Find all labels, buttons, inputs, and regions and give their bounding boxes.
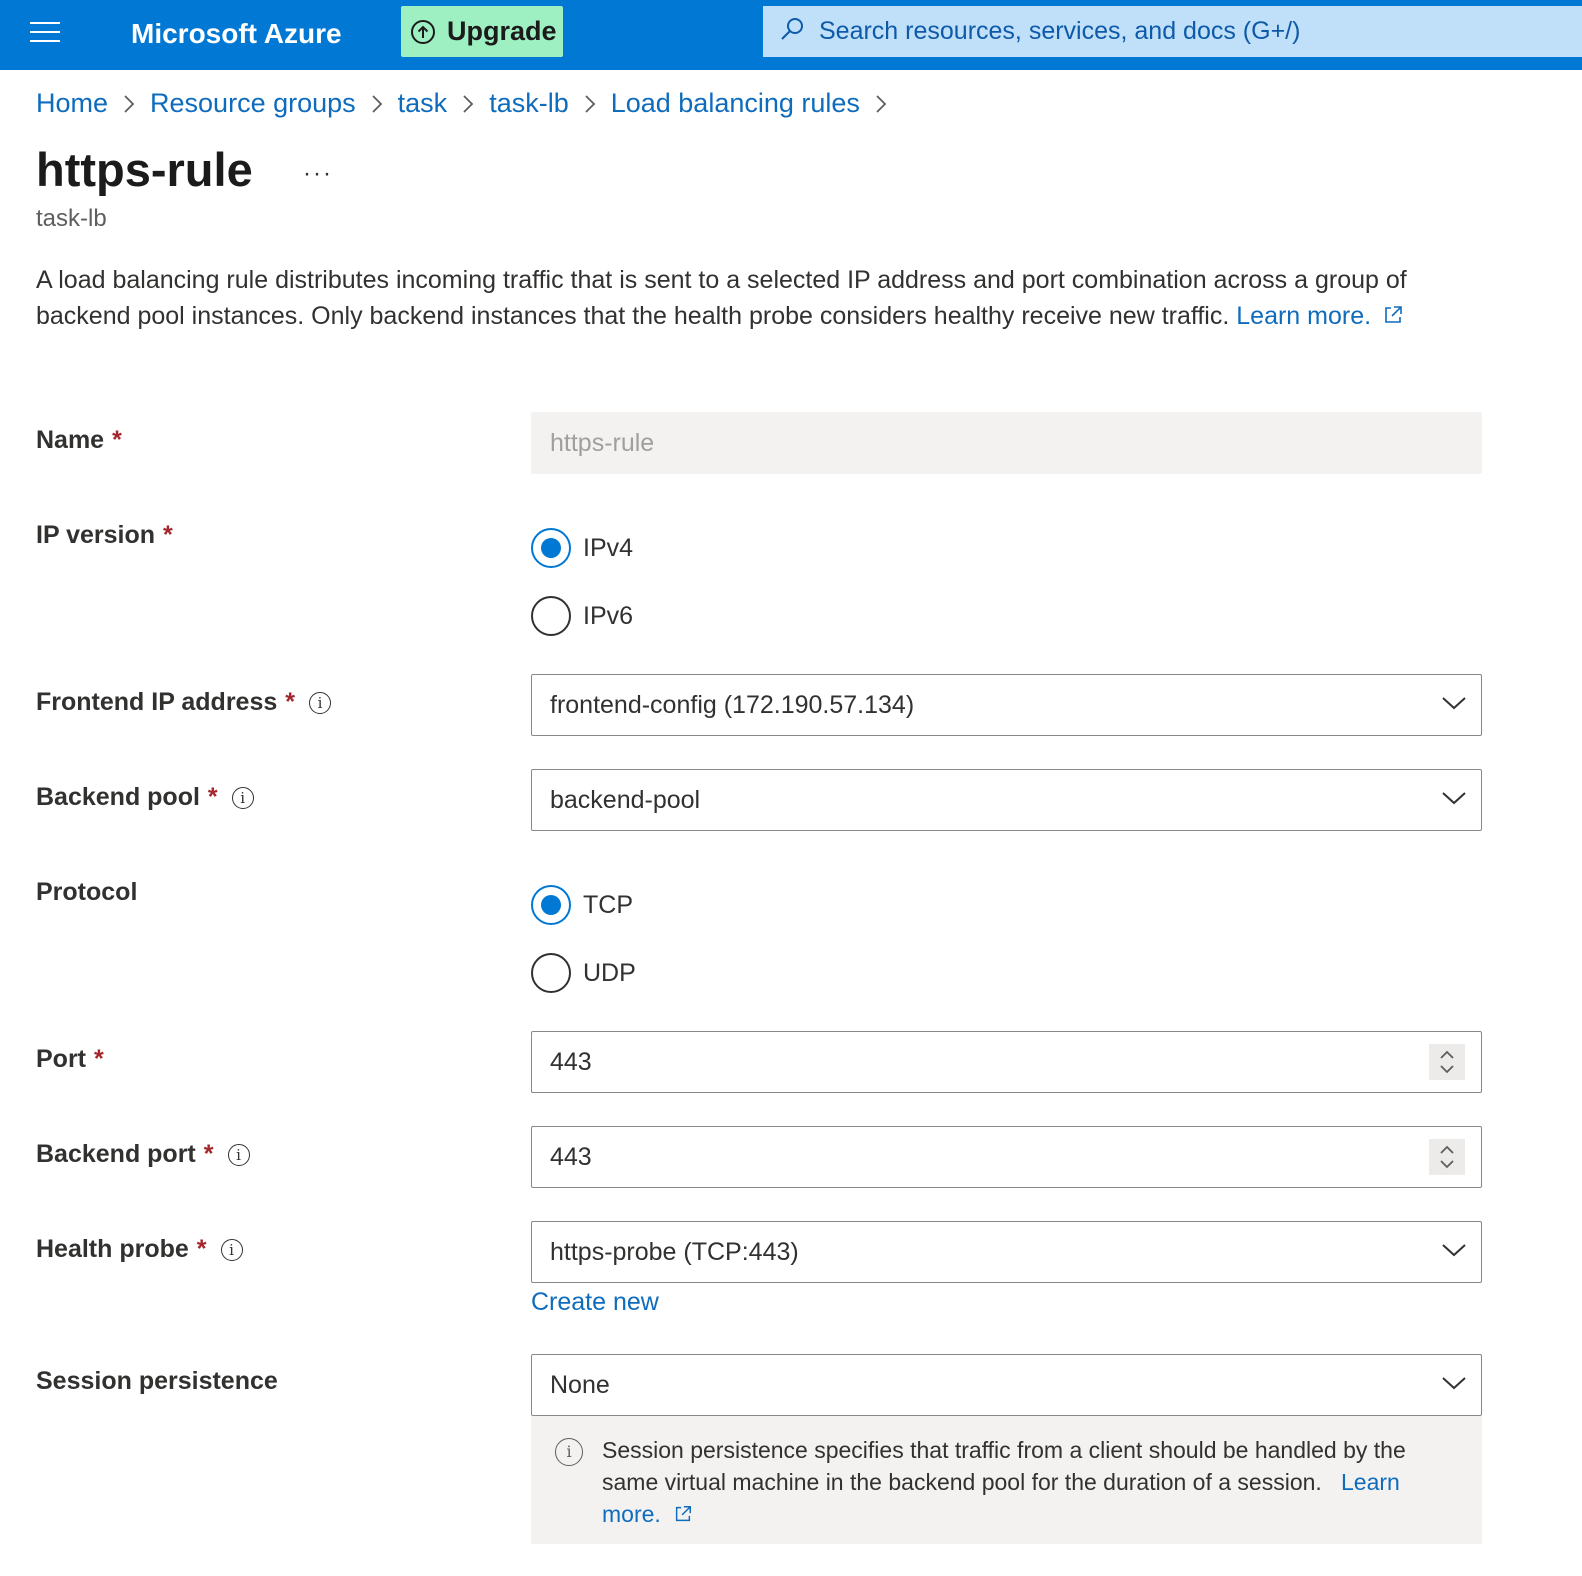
create-new-probe-link[interactable]: Create new [531,1288,659,1317]
chevron-right-icon [875,94,887,114]
ipv6-label: IPv6 [583,601,634,630]
more-options-button[interactable]: ··· [303,160,333,188]
arrow-up-circle-icon [411,19,435,44]
chevron-right-icon [462,94,474,114]
session-persistence-label: Session persistence [36,1367,278,1395]
learn-more-link[interactable]: Learn more. [1236,302,1404,330]
session-persistence-value: None [550,1370,610,1399]
brand-title[interactable]: Microsoft Azure [131,14,342,54]
required-marker: * [112,426,122,454]
info-icon[interactable]: i [220,1238,243,1261]
radio-selected-icon [531,885,571,925]
session-persistence-dropdown[interactable]: None [531,1354,1482,1416]
description-text: A load balancing rule distributes incomi… [36,266,1407,330]
chevron-down-icon [1442,792,1466,805]
info-icon[interactable]: i [231,786,254,809]
top-bar: Microsoft Azure Upgrade Search resources… [0,0,1582,70]
port-input[interactable]: 443 [531,1031,1482,1093]
breadcrumb-load-balancing-rules[interactable]: Load balancing rules [611,88,860,119]
info-icon[interactable]: i [227,1143,250,1166]
radio-selected-icon [531,528,571,568]
session-persistence-info-box: i Session persistence specifies that tra… [531,1416,1482,1544]
name-value: https-rule [550,428,655,457]
required-marker: * [203,1140,214,1168]
ip-version-ipv4-radio[interactable]: IPv4 [531,528,633,568]
chevron-down-icon [1442,1377,1466,1390]
external-link-icon [1385,306,1402,323]
chevron-right-icon [371,94,383,114]
info-icon[interactable]: i [309,691,331,714]
chevron-down-icon [1442,697,1466,710]
protocol-label: Protocol [36,878,138,906]
health-probe-label: Health probe * i [36,1235,243,1264]
page-subtitle: task-lb [36,205,107,232]
port-spinner[interactable] [1429,1044,1465,1080]
protocol-udp-radio[interactable]: UDP [531,953,636,993]
upgrade-button[interactable]: Upgrade [401,6,563,57]
name-field: https-rule [531,412,1482,474]
upgrade-label: Upgrade [447,16,557,46]
backend-port-value: 443 [550,1142,592,1171]
port-label: Port * [36,1045,104,1073]
health-probe-value: https-probe (TCP:443) [550,1237,799,1266]
port-value: 443 [550,1047,592,1076]
session-persistence-info-text: Session persistence specifies that traff… [602,1437,1406,1495]
frontend-ip-dropdown[interactable]: frontend-config (172.190.57.134) [531,674,1482,736]
backend-port-label: Backend port * i [36,1140,250,1169]
search-input[interactable]: Search resources, services, and docs (G+… [763,6,1582,57]
chevron-down-icon [1442,1244,1466,1257]
required-marker: * [207,783,218,811]
breadcrumb-task[interactable]: task [398,88,448,119]
backend-port-spinner[interactable] [1429,1139,1465,1175]
required-marker: * [196,1235,207,1263]
breadcrumb: Home Resource groups task task-lb Load b… [36,88,902,119]
chevron-right-icon [123,94,135,114]
radio-unselected-icon [531,596,571,636]
spinner-up-down-icon [1440,1145,1454,1169]
page-title: https-rule [36,143,253,196]
required-marker: * [94,1045,104,1073]
backend-pool-value: backend-pool [550,785,701,814]
page-description: A load balancing rule distributes incomi… [36,262,1496,334]
external-link-icon [676,1506,692,1522]
hamburger-icon[interactable] [30,22,60,46]
protocol-tcp-radio[interactable]: TCP [531,885,633,925]
ipv4-label: IPv4 [583,533,634,562]
name-label: Name * [36,426,122,454]
tcp-label: TCP [583,890,633,919]
frontend-ip-value: frontend-config (172.190.57.134) [550,690,915,719]
breadcrumb-resource-groups[interactable]: Resource groups [150,88,356,119]
frontend-ip-label: Frontend IP address * i [36,688,331,717]
info-icon: i [555,1438,583,1466]
backend-pool-label: Backend pool * i [36,783,254,812]
required-marker: * [285,688,295,716]
required-marker: * [163,521,173,549]
backend-pool-dropdown[interactable]: backend-pool [531,769,1482,831]
udp-label: UDP [583,958,636,987]
backend-port-input[interactable]: 443 [531,1126,1482,1188]
ip-version-label: IP version * [36,521,173,549]
radio-unselected-icon [531,953,571,993]
breadcrumb-task-lb[interactable]: task-lb [489,88,569,119]
search-placeholder: Search resources, services, and docs (G+… [819,17,1301,45]
ip-version-ipv6-radio[interactable]: IPv6 [531,596,633,636]
chevron-right-icon [584,94,596,114]
health-probe-dropdown[interactable]: https-probe (TCP:443) [531,1221,1482,1283]
search-icon [779,16,805,47]
spinner-up-down-icon [1440,1050,1454,1074]
breadcrumb-home[interactable]: Home [36,88,108,119]
